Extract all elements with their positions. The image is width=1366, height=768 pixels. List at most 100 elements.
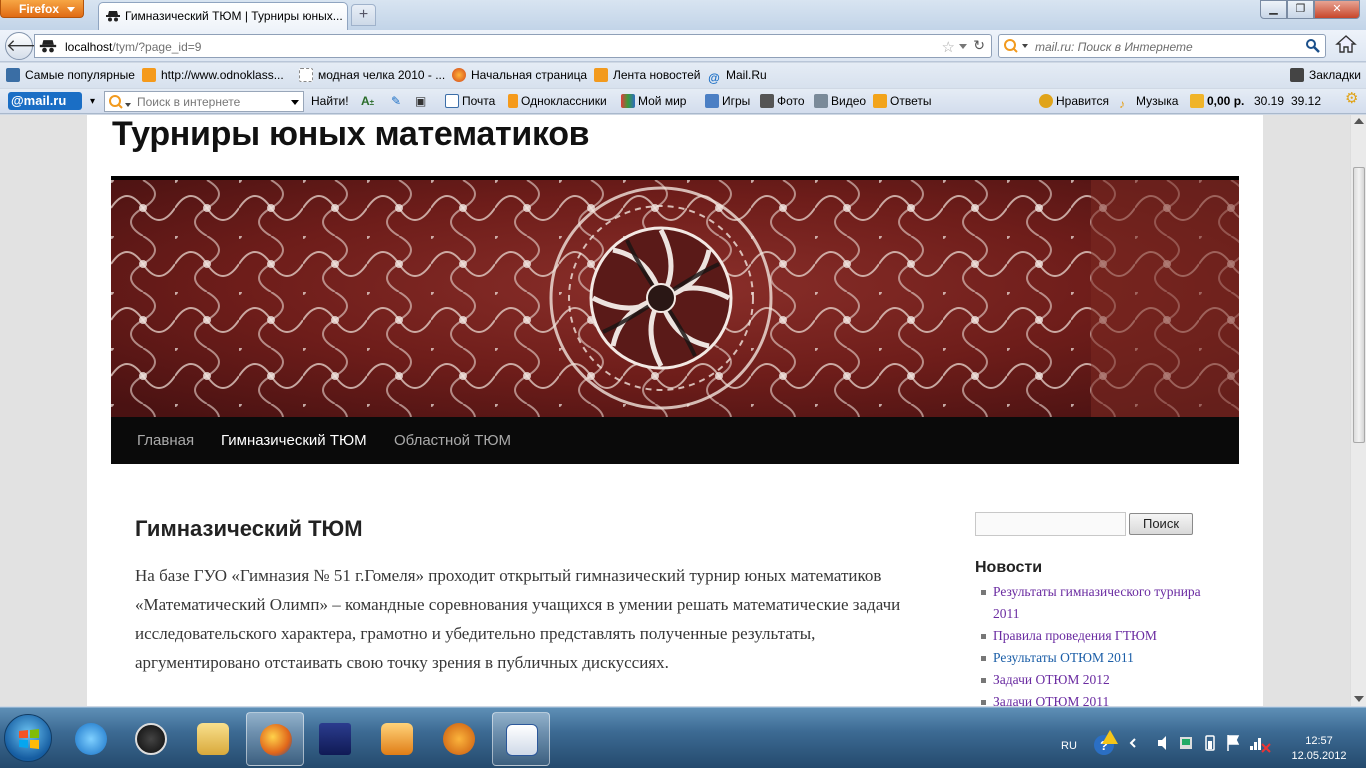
mailbar-link-photo[interactable]: Фото — [760, 94, 805, 108]
clock[interactable]: 12:57 12.05.2012 — [1284, 734, 1354, 764]
minimize-button[interactable]: ▁ — [1260, 0, 1287, 19]
network-icon[interactable] — [1180, 737, 1192, 749]
close-window-button[interactable]: ✕ — [1314, 0, 1360, 19]
news-link[interactable]: Результаты ОТЮМ 2011 — [993, 650, 1134, 665]
mailbar-link-mail[interactable]: Почта — [445, 94, 495, 108]
flag-icon[interactable] — [1227, 735, 1240, 751]
search-placeholder: mail.ru: Поиск в Интернете — [1035, 40, 1193, 54]
tray-arrow-icon[interactable] — [1129, 738, 1136, 748]
taskbar-hp[interactable] — [122, 712, 180, 766]
bookmark-most-visited[interactable]: Самые популярные — [6, 68, 135, 84]
address-bar[interactable]: localhost/tym/?page_id=9 ☆ ↻ — [34, 34, 992, 58]
currency-rate-1[interactable]: 30.19 — [1254, 94, 1284, 108]
header-image[interactable] — [111, 176, 1239, 417]
main-menu: Главная Гимназический ТЮМ Областной ТЮМ — [111, 417, 1239, 464]
mailbar-link-games[interactable]: Игры — [705, 94, 750, 108]
firefox-icon — [260, 724, 292, 756]
currency-rate-2[interactable]: 39.12 — [1291, 94, 1321, 108]
bookmarks-toolbar: Самые популярные http://www.odnoklass...… — [0, 63, 1366, 88]
taskbar-word[interactable] — [492, 712, 550, 766]
mailru-search-icon — [109, 95, 131, 109]
battery-icon[interactable] — [1205, 735, 1215, 751]
news-link[interactable]: Правила проведения ГТЮМ — [993, 628, 1157, 643]
menu-item-gymnasium-tym[interactable]: Гимназический ТЮМ — [221, 432, 367, 449]
mailbar-link-label: Видео — [831, 94, 867, 108]
tab-current[interactable]: Гимназический ТЮМ | Турниры юных... — [98, 2, 348, 30]
news-link[interactable]: Результаты гимназического турнира 2011 — [993, 584, 1201, 621]
firefox-menu-button[interactable]: Firefox — [0, 0, 84, 18]
mailru-search-input[interactable]: Поиск в интернете — [104, 91, 304, 112]
taskbar-ie[interactable] — [62, 712, 120, 766]
highlighter-icon[interactable]: ✎ — [391, 94, 401, 108]
search-bar[interactable]: mail.ru: Поиск в Интернете — [998, 34, 1326, 58]
volume-icon[interactable] — [1158, 736, 1166, 750]
mailbar-link-label: Почта — [462, 94, 496, 108]
music-button[interactable]: ♪ Музыка — [1119, 94, 1178, 111]
menu-item-home[interactable]: Главная — [137, 432, 194, 449]
bookmark-news-feed[interactable]: Лента новостей — [594, 68, 701, 84]
windows-logo-icon — [19, 729, 39, 749]
site-title[interactable]: Турниры юных математиков — [112, 115, 590, 154]
answers-icon — [873, 94, 887, 108]
gear-icon[interactable]: ⚙ — [1345, 91, 1358, 106]
language-indicator[interactable]: RU — [1061, 740, 1077, 752]
mailbar-link-odnoklassniki[interactable]: Одноклассники — [508, 94, 607, 108]
history-dropdown-icon[interactable] — [959, 44, 967, 49]
start-button[interactable] — [4, 714, 52, 762]
entry-title: Гимназический ТЮМ — [135, 516, 363, 541]
mailru-logo[interactable]: @mail.ru — [8, 92, 82, 110]
scroll-down-arrow-icon[interactable] — [1354, 696, 1364, 702]
taskbar: RU ? 12:57 12.05.2012 — [0, 707, 1366, 768]
bookmarks-menu[interactable]: Закладки — [1290, 68, 1361, 84]
reload-icon[interactable]: ↻ — [973, 37, 985, 54]
taskbar-save[interactable] — [306, 712, 364, 766]
search-button[interactable]: Поиск — [1129, 513, 1193, 535]
taskbar-firefox[interactable] — [246, 712, 304, 766]
mailbar-link-my-world[interactable]: Мой мир — [621, 94, 686, 108]
mailbar-link-video[interactable]: Видео — [814, 94, 866, 108]
bookmark-star-icon[interactable]: ☆ — [942, 38, 955, 56]
news-list: Результаты гимназического турнира 2011 П… — [975, 581, 1215, 706]
list-item: Задачи ОТЮМ 2012 — [975, 669, 1215, 691]
font-size-icon[interactable]: A± — [361, 94, 374, 110]
taskbar-explorer[interactable] — [184, 712, 242, 766]
mailbar-link-answers[interactable]: Ответы — [873, 94, 931, 108]
chevron-down-icon[interactable] — [291, 100, 299, 105]
scroll-up-arrow-icon[interactable] — [1354, 118, 1364, 124]
bookmark-label: Лента новостей — [613, 68, 701, 82]
wallet-icon — [1190, 94, 1204, 108]
back-button[interactable]: 🡐 — [5, 32, 52, 60]
screenshot-icon[interactable]: ▣ — [415, 94, 426, 108]
people-icon — [621, 94, 635, 108]
camera-icon — [760, 94, 774, 108]
signal-strength-icon[interactable] — [1250, 738, 1271, 753]
search-go-icon[interactable] — [1305, 38, 1321, 57]
like-button[interactable]: Нравится — [1039, 94, 1109, 108]
find-button[interactable]: Найти! — [311, 94, 349, 108]
bookmark-start-page[interactable]: Начальная страница — [452, 68, 587, 84]
rss-icon — [594, 68, 608, 82]
mailru-menu-dot[interactable]: ▾ — [90, 95, 95, 109]
search-input[interactable] — [975, 512, 1126, 536]
news-link[interactable]: Задачи ОТЮМ 2011 — [993, 694, 1109, 706]
taskbar-aimp[interactable] — [430, 712, 488, 766]
bookmark-odnoklassniki[interactable]: http://www.odnoklass... — [142, 68, 284, 84]
news-link[interactable]: Задачи ОТЮМ 2012 — [993, 672, 1110, 687]
mailru-search-engine-icon[interactable] — [1003, 38, 1031, 57]
taskbar-media-player[interactable] — [368, 712, 426, 766]
scrollbar-thumb[interactable] — [1353, 167, 1365, 443]
bookmark-mailru[interactable]: @ Mail.Ru — [707, 68, 767, 85]
vertical-scrollbar[interactable] — [1350, 115, 1366, 706]
bookmark-bangs[interactable]: модная челка 2010 - ... — [299, 68, 445, 84]
help-warning-icon[interactable]: ? — [1094, 730, 1118, 755]
new-tab-button[interactable]: + — [351, 4, 376, 26]
odnoklassniki-icon — [508, 94, 518, 108]
hp-icon — [135, 723, 167, 755]
list-item: Задачи ОТЮМ 2011 — [975, 691, 1215, 706]
url-text: localhost/tym/?page_id=9 — [65, 40, 201, 54]
balance-button[interactable]: 0,00 р. — [1190, 94, 1244, 108]
restore-button[interactable]: ❐ — [1287, 0, 1314, 19]
home-button[interactable] — [1332, 34, 1360, 58]
menu-item-regional-tym[interactable]: Областной ТЮМ — [394, 432, 511, 449]
music-label: Музыка — [1136, 94, 1179, 108]
